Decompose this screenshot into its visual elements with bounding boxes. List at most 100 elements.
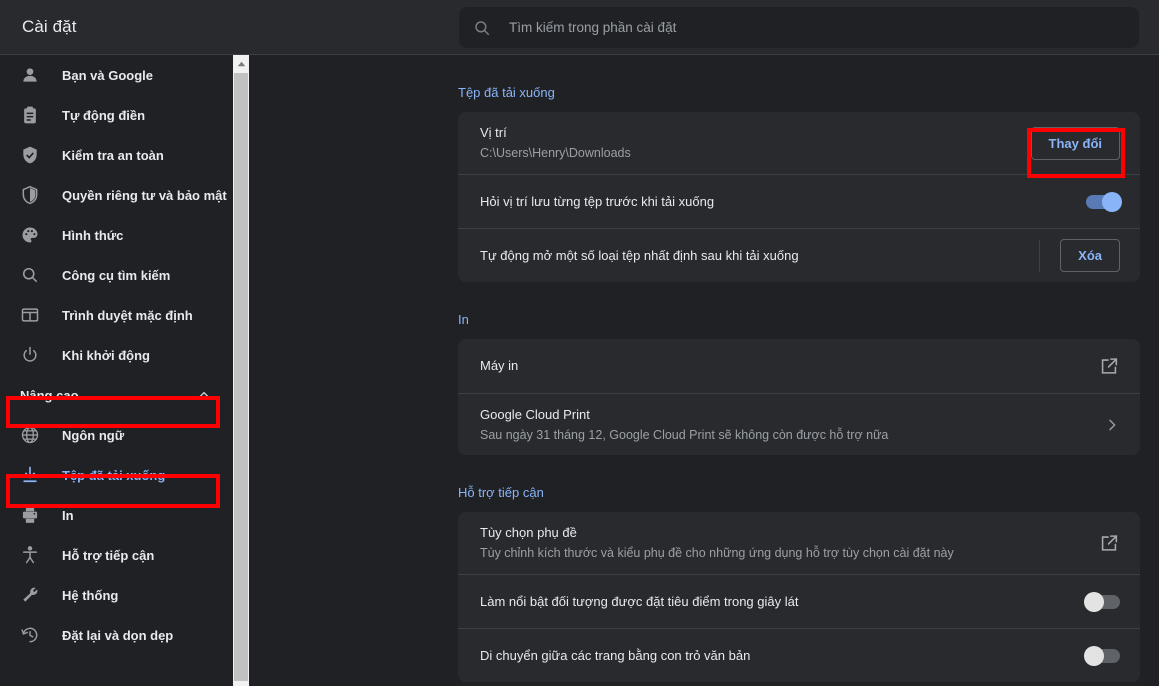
settings-page: Cài đặt Bạn và Google <box>0 0 1159 686</box>
sidebar-item-label: Hình thức <box>62 227 124 243</box>
sidebar-item-label: Trình duyệt mặc định <box>62 307 193 323</box>
globe-icon <box>20 425 40 445</box>
person-icon <box>20 65 40 85</box>
sidebar-item-label: In <box>62 507 74 523</box>
sidebar-item-label: Tệp đã tải xuống <box>62 467 166 483</box>
sidebar-item-label: Đặt lại và dọn dẹp <box>62 627 174 643</box>
row-subtitle: C:\Users\Henry\Downloads <box>480 146 631 160</box>
row-title: Tùy chọn phụ đề <box>480 525 577 540</box>
sidebar-group-advanced[interactable]: Nâng cao <box>0 375 233 415</box>
sidebar-group-label: Nâng cao <box>20 387 79 403</box>
sidebar-item-label: Công cụ tìm kiếm <box>62 267 171 283</box>
search-icon <box>20 265 40 285</box>
scrollbar-up-arrow-icon[interactable] <box>233 55 249 72</box>
toggle-knob <box>1084 645 1104 666</box>
sidebar-item-safety-check[interactable]: Kiểm tra an toàn <box>0 135 233 175</box>
ask-save-location-toggle[interactable] <box>1086 191 1122 212</box>
wrench-icon <box>20 585 40 605</box>
section-title-print: In <box>458 312 469 327</box>
toggle-knob <box>1084 591 1104 612</box>
row-subtitle: Tùy chỉnh kích thước và kiểu phụ đề cho … <box>480 546 954 560</box>
download-icon <box>20 465 40 485</box>
row-title: Google Cloud Print <box>480 406 590 422</box>
row-printers[interactable]: Máy in <box>458 339 1140 393</box>
accessibility-card: Tùy chọn phụ đề Tùy chỉnh kích thước và … <box>458 512 1140 682</box>
chevron-right-icon[interactable] <box>1104 417 1120 433</box>
chevron-up-icon <box>197 388 211 402</box>
row-title: Tự động mở một số loại tệp nhất định sau… <box>480 247 799 263</box>
row-caret-browsing: Di chuyển giữa các trang bằng con trỏ vă… <box>458 628 1140 682</box>
palette-icon <box>20 225 40 245</box>
sidebar-item-you-and-google[interactable]: Bạn và Google <box>0 55 233 95</box>
sidebar-item-label: Hỗ trợ tiếp cận <box>62 547 155 563</box>
row-title: Làm nổi bật đối tượng được đặt tiêu điểm… <box>480 593 799 609</box>
shield-half-icon <box>20 185 40 205</box>
browser-icon <box>20 305 40 325</box>
sidebar-item-downloads[interactable]: Tệp đã tải xuống <box>0 455 233 495</box>
sidebar-item-languages[interactable]: Ngôn ngữ <box>0 415 233 455</box>
section-title-downloads: Tệp đã tải xuống <box>458 85 555 100</box>
change-location-button[interactable]: Thay đổi <box>1030 126 1120 160</box>
printer-icon <box>20 505 40 525</box>
row-title: Di chuyển giữa các trang bằng con trỏ vă… <box>480 647 751 663</box>
toggle-knob <box>1102 191 1122 212</box>
sidebar-item-label: Khi khởi động <box>62 347 150 363</box>
focus-highlight-toggle[interactable] <box>1084 591 1120 612</box>
row-title: Máy in <box>480 358 519 373</box>
row-auto-open-files: Tự động mở một số loại tệp nhất định sau… <box>458 228 1140 282</box>
vertical-divider <box>1039 239 1041 272</box>
row-google-cloud-print[interactable]: Google Cloud Print Sau ngày 31 tháng 12,… <box>458 393 1140 455</box>
search-input[interactable] <box>491 20 1139 35</box>
row-ask-save-location: Hỏi vị trí lưu từng tệp trước khi tải xu… <box>458 174 1140 228</box>
row-text: Google Cloud Print Sau ngày 31 tháng 12,… <box>480 406 1104 444</box>
downloads-card: Vị trí C:\Users\Henry\Downloads Thay đổi… <box>458 112 1140 282</box>
row-text: Làm nổi bật đối tượng được đặt tiêu điểm… <box>480 593 1086 611</box>
external-link-icon[interactable] <box>1098 355 1120 377</box>
sidebar-item-label: Tự động điền <box>62 107 146 123</box>
row-title: Hỏi vị trí lưu từng tệp trước khi tải xu… <box>480 193 715 209</box>
sidebar-item-label: Ngôn ngữ <box>62 427 125 443</box>
sidebar-item-privacy-security[interactable]: Quyền riêng tư và bảo mật <box>0 175 233 215</box>
row-text: Di chuyển giữa các trang bằng con trỏ vă… <box>480 647 1086 665</box>
accessibility-icon <box>20 545 40 565</box>
header-bar: Cài đặt <box>0 0 1159 55</box>
sidebar: Bạn và Google Tự động điền Kiểm tra an t… <box>0 55 233 686</box>
sidebar-item-label: Quyền riêng tư và bảo mật <box>62 187 227 203</box>
row-title: Vị trí <box>480 125 507 140</box>
sidebar-item-appearance[interactable]: Hình thức <box>0 215 233 255</box>
scrollbar-thumb[interactable] <box>234 73 248 681</box>
section-title-accessibility: Hỗ trợ tiếp cận <box>458 485 544 500</box>
sidebar-item-search-engine[interactable]: Công cụ tìm kiếm <box>0 255 233 295</box>
print-card: Máy in Google Cloud Print Sau ngày 31 th… <box>458 339 1140 455</box>
row-subtitle: Sau ngày 31 tháng 12, Google Cloud Print… <box>480 427 889 442</box>
row-text: Tự động mở một số loại tệp nhất định sau… <box>480 247 1039 265</box>
sidebar-item-accessibility[interactable]: Hỗ trợ tiếp cận <box>0 535 233 575</box>
row-text: Máy in <box>480 357 1098 375</box>
row-text: Vị trí C:\Users\Henry\Downloads <box>480 124 1031 162</box>
row-download-location: Vị trí C:\Users\Henry\Downloads Thay đổi <box>458 112 1140 174</box>
sidebar-item-system[interactable]: Hệ thống <box>0 575 233 615</box>
sidebar-item-printing[interactable]: In <box>0 495 233 535</box>
clipboard-icon <box>20 105 40 125</box>
sidebar-item-label: Kiểm tra an toàn <box>62 147 164 163</box>
search-box[interactable] <box>459 7 1139 48</box>
row-focus-highlight: Làm nổi bật đối tượng được đặt tiêu điểm… <box>458 574 1140 628</box>
power-icon <box>20 345 40 365</box>
row-text: Tùy chọn phụ đề Tùy chỉnh kích thước và … <box>480 524 1098 562</box>
sidebar-item-autofill[interactable]: Tự động điền <box>0 95 233 135</box>
sidebar-item-default-browser[interactable]: Trình duyệt mặc định <box>0 295 233 335</box>
sidebar-item-label: Hệ thống <box>62 587 119 603</box>
clear-auto-open-button[interactable]: Xóa <box>1060 239 1120 272</box>
search-icon <box>473 19 491 37</box>
sidebar-item-label: Bạn và Google <box>62 67 154 83</box>
main-content: Tệp đã tải xuống Vị trí C:\Users\Henry\D… <box>249 55 1159 686</box>
sidebar-item-on-startup[interactable]: Khi khởi động <box>0 335 233 375</box>
caret-browsing-toggle[interactable] <box>1084 645 1120 666</box>
sidebar-item-reset-cleanup[interactable]: Đặt lại và dọn dẹp <box>0 615 233 655</box>
sidebar-scrollbar[interactable] <box>233 55 249 686</box>
external-link-icon[interactable] <box>1098 532 1120 554</box>
history-restore-icon <box>20 625 40 645</box>
page-title: Cài đặt <box>22 17 77 36</box>
row-caption-preferences[interactable]: Tùy chọn phụ đề Tùy chỉnh kích thước và … <box>458 512 1140 574</box>
shield-check-icon <box>20 145 40 165</box>
